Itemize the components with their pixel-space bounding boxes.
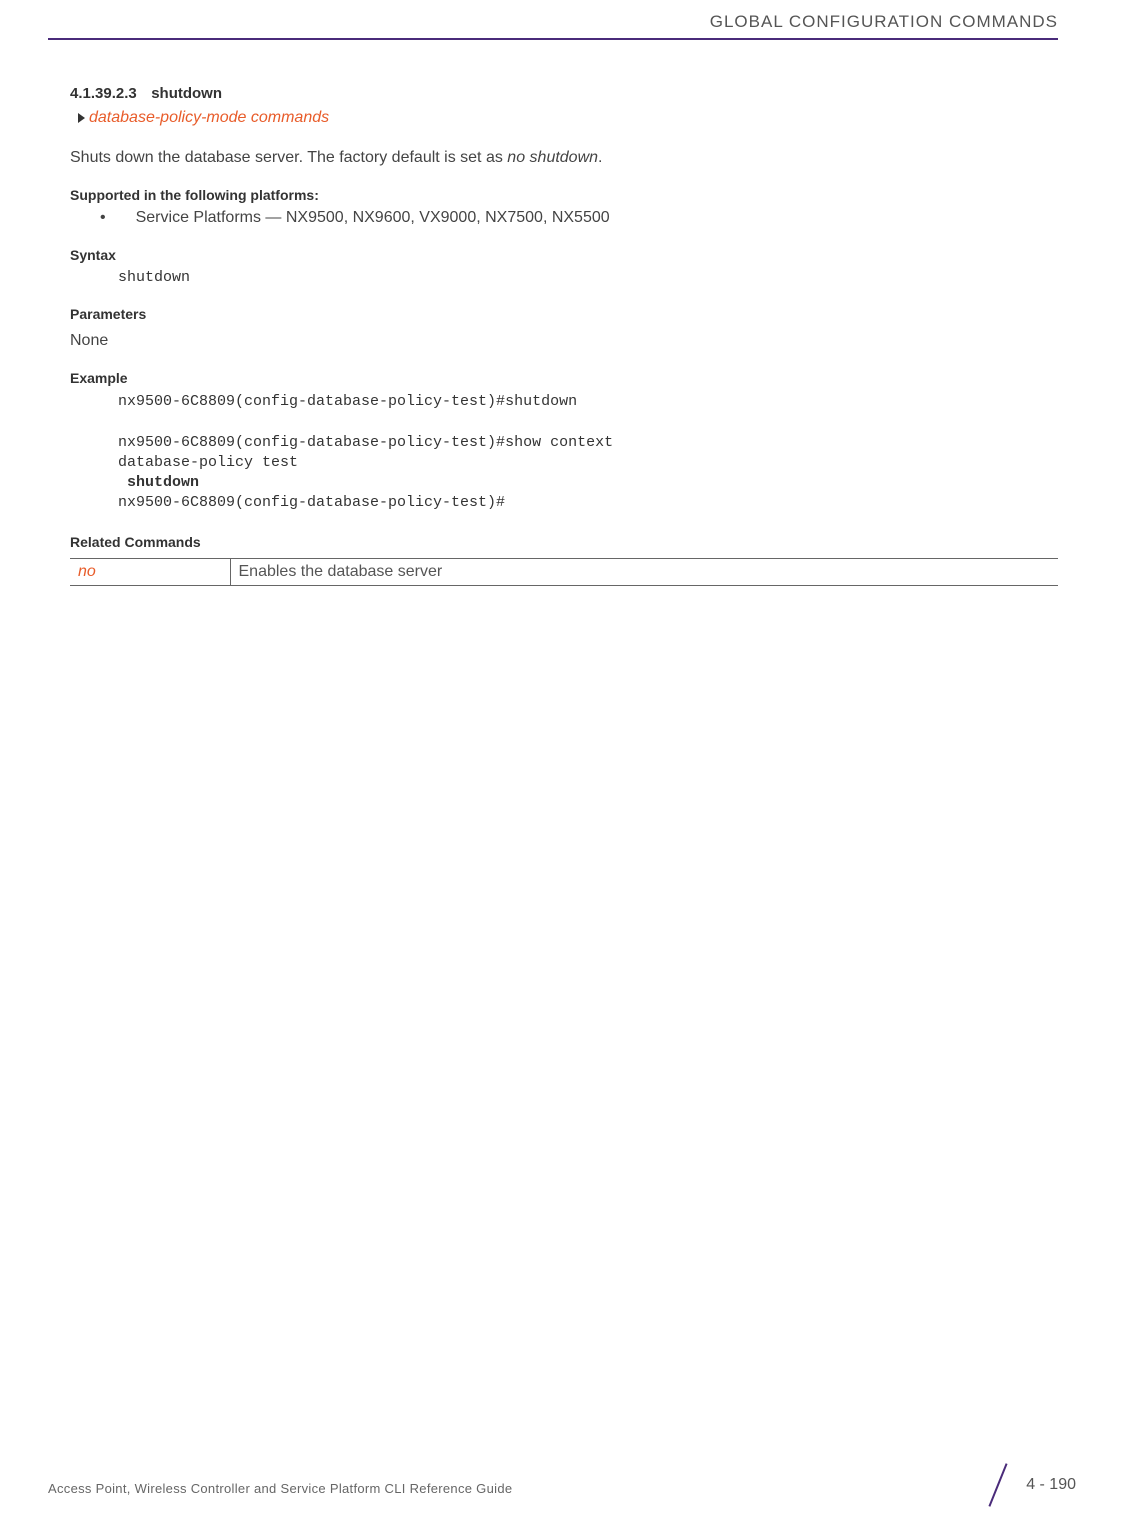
example-line4: shutdown (118, 474, 199, 491)
breadcrumb-link[interactable]: database-policy-mode commands (89, 109, 329, 127)
section-heading-row: 4.1.39.2.3 shutdown (70, 85, 1058, 103)
parameters-value: None (70, 332, 1058, 350)
breadcrumb-row: database-policy-mode commands (78, 109, 1058, 127)
syntax-code: shutdown (118, 269, 1058, 286)
desc-post: . (598, 149, 602, 166)
header-title: GLOBAL CONFIGURATION COMMANDS (710, 12, 1058, 32)
example-line1: nx9500-6C8809(config-database-policy-tes… (118, 393, 577, 410)
table-row: no Enables the database server (70, 558, 1058, 585)
related-commands-table: no Enables the database server (70, 558, 1058, 586)
header-rule (48, 38, 1058, 40)
platform-text: Service Platforms — NX9500, NX9600, VX90… (136, 209, 610, 226)
desc-italic: no shutdown (507, 149, 598, 166)
desc-pre: Shuts down the database server. The fact… (70, 149, 507, 166)
section-title: shutdown (151, 85, 222, 102)
page-slash-icon (976, 1464, 1018, 1506)
page-number: 4 - 190 (1026, 1476, 1076, 1494)
example-block: nx9500-6C8809(config-database-policy-tes… (118, 392, 1058, 514)
syntax-heading: Syntax (70, 247, 1058, 263)
main-content: 4.1.39.2.3 shutdown database-policy-mode… (70, 85, 1058, 586)
related-command-desc: Enables the database server (230, 558, 1058, 585)
supported-heading: Supported in the following platforms: (70, 187, 1058, 203)
example-line3: database-policy test (118, 454, 298, 471)
related-heading: Related Commands (70, 534, 1058, 550)
arrow-right-icon (78, 113, 85, 123)
example-heading: Example (70, 370, 1058, 386)
bullet-icon: • (100, 209, 106, 226)
description-text: Shuts down the database server. The fact… (70, 149, 1058, 167)
page-number-box: 4 - 190 (976, 1464, 1076, 1506)
platform-row: • Service Platforms — NX9500, NX9600, VX9… (100, 209, 1058, 227)
footer-text: Access Point, Wireless Controller and Se… (48, 1481, 512, 1496)
example-line5: nx9500-6C8809(config-database-policy-tes… (118, 494, 505, 511)
section-number: 4.1.39.2.3 (70, 85, 137, 102)
related-command-link[interactable]: no (70, 558, 230, 585)
parameters-heading: Parameters (70, 306, 1058, 322)
example-line2: nx9500-6C8809(config-database-policy-tes… (118, 434, 613, 451)
